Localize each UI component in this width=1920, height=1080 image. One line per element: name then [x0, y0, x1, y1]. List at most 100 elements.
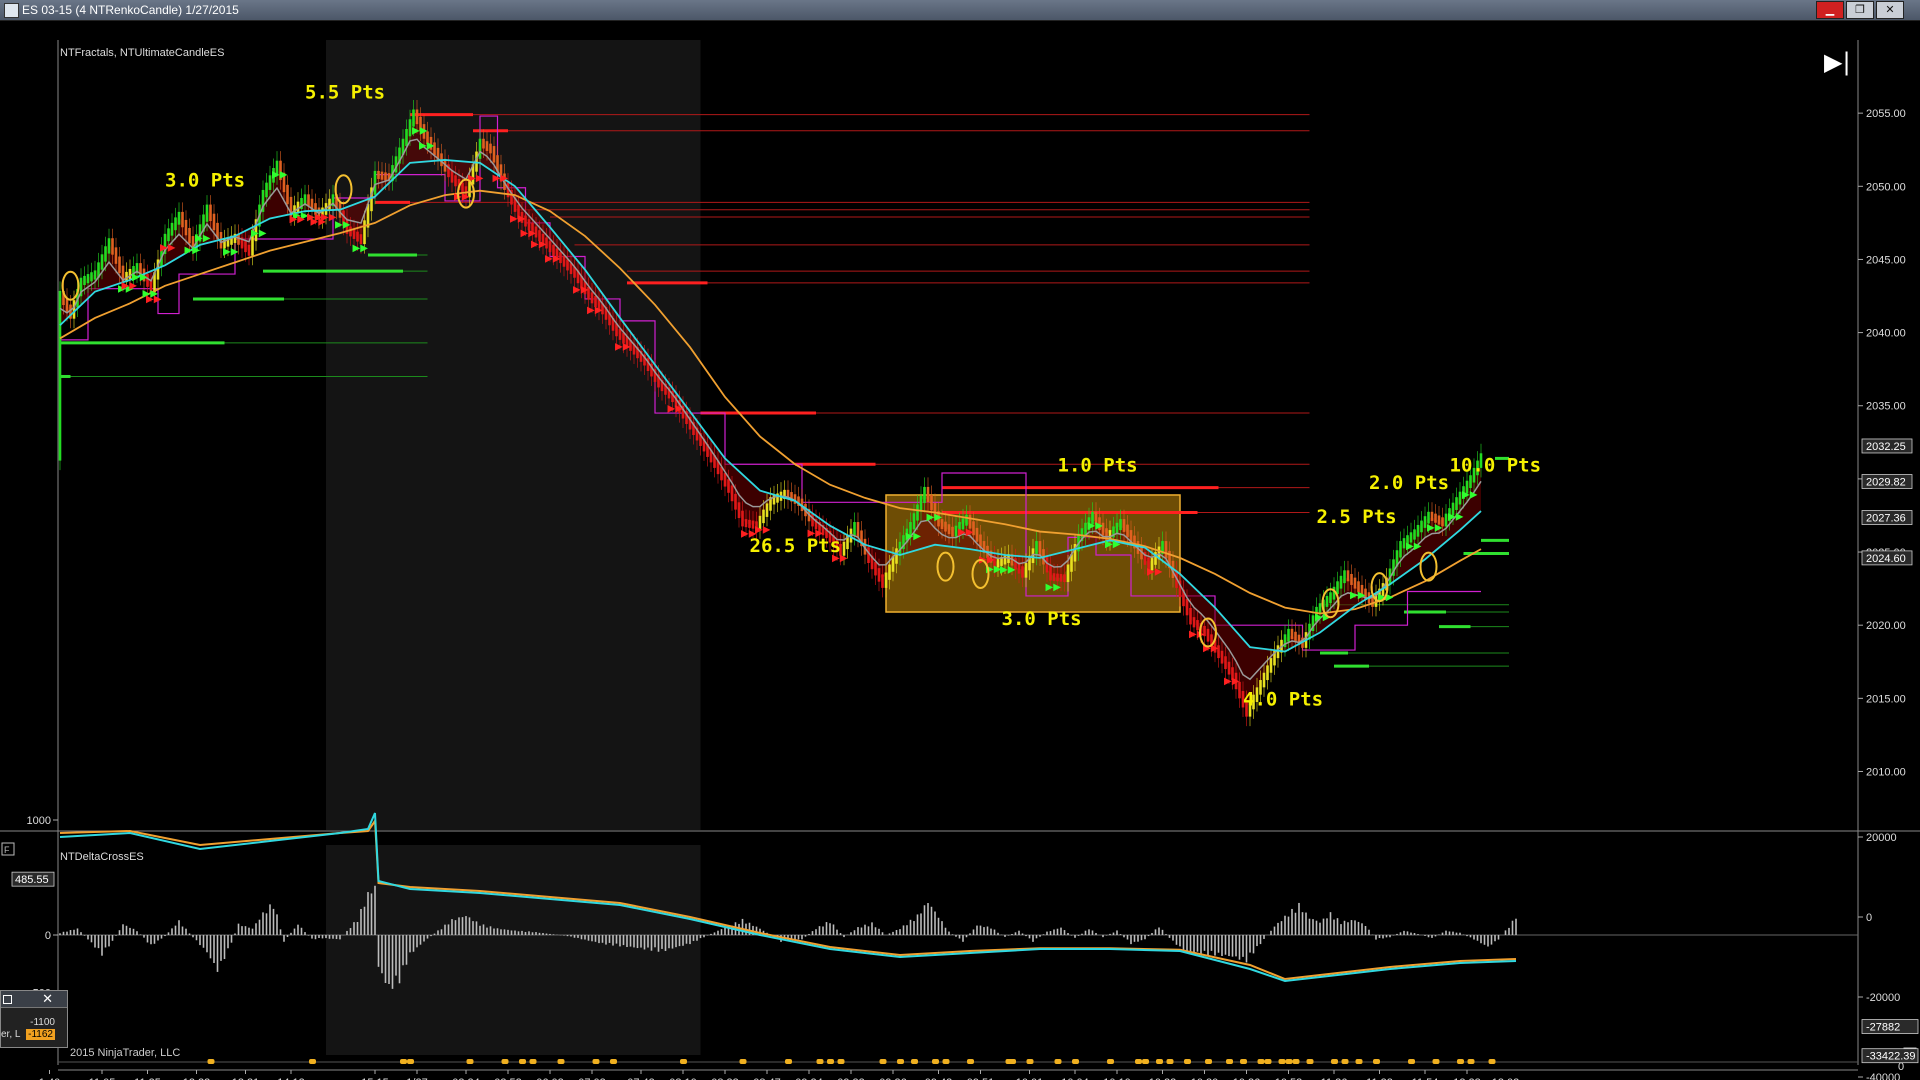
buy-arrow-icon: ▶▶ — [223, 246, 239, 257]
y-tick-label: 2020.00 — [1866, 620, 1906, 632]
y-tick-label: 2010.00 — [1866, 766, 1906, 778]
session-dot — [897, 1059, 904, 1064]
delta-cross-panel: NTDeltaCrossESFF10000-500485.55200000-20… — [1, 812, 1919, 1080]
session-dot — [1226, 1059, 1233, 1064]
buy-arrow-icon: ▶▶ — [412, 126, 428, 137]
y-tick-label: 2040.00 — [1866, 328, 1906, 340]
session-dot — [739, 1059, 747, 1064]
y-tick-label: 2050.00 — [1866, 181, 1906, 193]
pts-annotation-5: 4.0 Pts — [1243, 689, 1323, 711]
session-dot — [529, 1059, 537, 1064]
lower-right-tick-label: -40000 — [1866, 1072, 1900, 1080]
session-dot — [1488, 1059, 1496, 1064]
sell-arrow-icon: ▶▶ — [321, 212, 337, 223]
session-dot — [610, 1059, 617, 1064]
session-dot — [557, 1059, 565, 1064]
session-dot — [911, 1059, 918, 1064]
session-dot — [207, 1059, 215, 1064]
session-dot — [1467, 1059, 1475, 1064]
session-dot — [1009, 1059, 1016, 1064]
session-dot — [1054, 1059, 1062, 1064]
sell-arrow-icon: ▶▶ — [521, 228, 537, 239]
buy-arrow-icon: ▶▶ — [1350, 590, 1366, 601]
y-tick-label: 2055.00 — [1866, 108, 1906, 120]
session-dot — [942, 1059, 950, 1064]
minimize-button[interactable]: ▁ — [1816, 1, 1844, 19]
session-dot — [1142, 1059, 1149, 1064]
session-dot — [1408, 1059, 1415, 1064]
close-icon[interactable]: ✕ — [1876, 1, 1904, 19]
sell-arrow-icon: ▶▶ — [531, 239, 547, 250]
buy-arrow-icon: ▶▶ — [927, 512, 943, 523]
mini-value-3: er, L — [1, 1029, 21, 1040]
buy-arrow-icon: ▶▶ — [353, 243, 369, 254]
pts-annotation-6: 2.5 Pts — [1317, 506, 1397, 528]
pts-annotation-4: 3.0 Pts — [1002, 608, 1082, 630]
session-dot — [1457, 1059, 1464, 1064]
buy-arrow-icon: ▶▶ — [419, 140, 435, 151]
sell-arrow-icon: ▶▶ — [1189, 629, 1205, 640]
pts-annotation-8: 10.0 Pts — [1450, 455, 1542, 477]
session-dot — [879, 1059, 887, 1064]
price-marker-label: 2029.82 — [1866, 477, 1906, 489]
buy-arrow-icon: ▶▶ — [1448, 511, 1464, 522]
session-dot — [967, 1059, 974, 1064]
session-dot — [932, 1059, 939, 1064]
restore-icon[interactable] — [3, 995, 12, 1004]
mini-value-2: -1162 — [26, 1029, 55, 1040]
session-dot — [1205, 1059, 1212, 1064]
session-dot — [592, 1059, 600, 1064]
panel-f-icon-label: F — [4, 845, 10, 855]
time-axis: 1:4011:0511:3512:2313:3114:1315:151/2703… — [39, 1069, 1858, 1080]
mini-value-1: -1100 — [30, 1017, 55, 1028]
sell-arrow-icon: ▶▶ — [146, 294, 162, 305]
close-icon[interactable]: ✕ — [42, 991, 53, 1007]
lower-right-marker-label: -27882 — [1866, 1022, 1900, 1034]
session-dot — [1278, 1059, 1286, 1064]
sell-arrow-icon: ▶▶ — [493, 173, 509, 184]
buy-arrow-icon: ▶▶ — [1046, 582, 1062, 593]
pts-annotation-2: 26.5 Pts — [750, 535, 842, 557]
buy-arrow-icon: ▶▶ — [1000, 565, 1016, 576]
session-dot — [309, 1059, 316, 1064]
window-title: ES 03-15 (4 NTRenkoCandle) 1/27/2015 — [22, 3, 239, 17]
session-dot — [1432, 1059, 1440, 1064]
sell-arrow-icon: ▶▶ — [958, 527, 974, 538]
sell-arrow-icon: ▶▶ — [615, 341, 631, 352]
session-dot — [1341, 1059, 1349, 1064]
session-dot — [1026, 1059, 1034, 1064]
skip-end-icon: ▶| — [1824, 48, 1851, 76]
restore-button[interactable]: ❐ — [1846, 1, 1874, 19]
session-shade-main — [326, 40, 701, 830]
session-dot — [1373, 1059, 1380, 1064]
title-bar: ES 03-15 (4 NTRenkoCandle) 1/27/2015 ▁ ❐… — [0, 0, 1920, 21]
mini-window[interactable]: ✕ -1100 er, L -1162 — [0, 990, 68, 1048]
session-dot — [680, 1059, 687, 1064]
session-dot — [466, 1059, 474, 1064]
session-dot — [1072, 1059, 1079, 1064]
lower-indicator-label: NTDeltaCrossES — [60, 851, 144, 863]
price-marker-label: 2032.25 — [1866, 441, 1906, 453]
mini-window-titlebar: ✕ — [1, 991, 67, 1008]
buy-arrow-icon: ▶▶ — [195, 233, 211, 244]
delta-orange-line — [59, 818, 1517, 981]
pts-annotation-7: 2.0 Pts — [1369, 472, 1449, 494]
session-dot — [407, 1059, 414, 1064]
price-marker-label: 2024.60 — [1866, 553, 1906, 565]
session-dot — [1306, 1059, 1314, 1064]
session-dot — [785, 1059, 792, 1064]
session-dot — [519, 1059, 526, 1064]
lower-left-marker-label: 485.55 — [15, 874, 49, 886]
chart-area[interactable]: ▶▶ ▶▶ ▶▶ ▶▶ ▶▶ ▶▶ ▶▶ ▶▶ ▶▶ ▶▶ ▶▶ ▶▶ ▶▶ ▶▶ ▶▶ ▶▶ ▶▶ ▶▶ ▶▶ ▶▶… — [0, 20, 1920, 1080]
lower-right-tick-label: 20000 — [1866, 832, 1897, 844]
app-icon — [4, 3, 19, 18]
pts-annotation-1: 3.0 Pts — [165, 169, 245, 191]
session-dot — [816, 1059, 824, 1064]
buy-arrow-icon: ▶▶ — [251, 228, 267, 239]
buy-arrow-icon: ▶▶ — [335, 219, 351, 230]
session-dot — [1107, 1059, 1114, 1064]
buy-arrow-icon: ▶▶ — [1462, 490, 1478, 501]
lower-right-tick-label: -20000 — [1866, 992, 1900, 1004]
session-dot — [501, 1059, 509, 1064]
sell-arrow-icon: ▶▶ — [122, 281, 138, 292]
